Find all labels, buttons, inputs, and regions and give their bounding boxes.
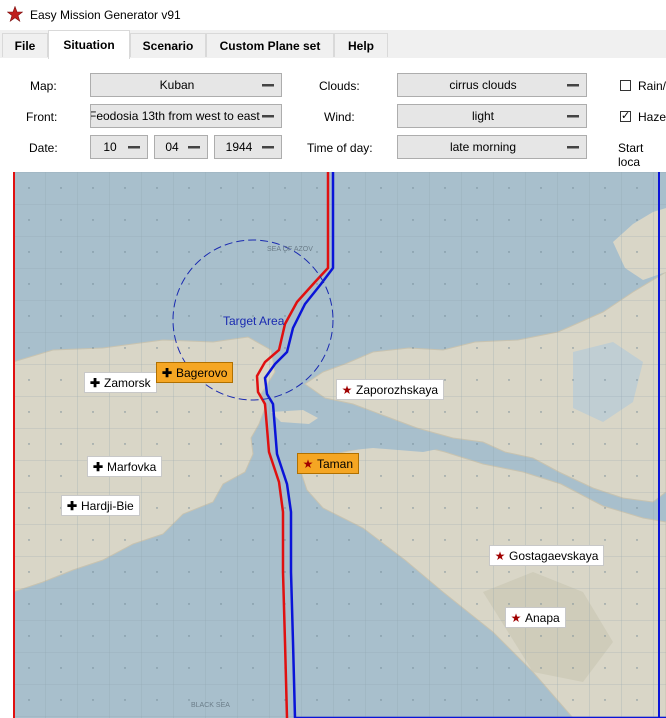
time-of-day-value: late morning <box>449 140 517 154</box>
marker-label: Zaporozhskaya <box>356 383 439 397</box>
map-select[interactable]: Kuban <box>90 73 282 97</box>
front-label: Front: <box>26 110 58 124</box>
tab-label: Situation <box>63 38 115 52</box>
tab-strip: File Situation Scenario Custom Plane set… <box>0 30 666 59</box>
time-of-day-label: Time of day: <box>307 141 373 155</box>
dropdown-arrow-icon <box>188 146 200 149</box>
rain-label: Rain/ <box>638 79 666 93</box>
marker-label: Zamorsk <box>104 376 151 390</box>
tab-custom-plane-set[interactable]: Custom Plane set <box>206 33 334 57</box>
sea-top-label: SEA OF AZOV <box>267 246 313 253</box>
marker-zaporozhskaya[interactable]: ★ Zaporozhskaya <box>336 379 445 400</box>
start-location-label: Start loca <box>618 141 644 169</box>
dropdown-arrow-icon <box>262 84 274 87</box>
window-title: Easy Mission Generator v91 <box>30 8 181 22</box>
tab-help[interactable]: Help <box>334 33 388 57</box>
star-icon: ★ <box>510 611 522 625</box>
tab-file[interactable]: File <box>2 33 48 57</box>
haze-label: Haze <box>638 110 666 124</box>
map-select-value: Kuban <box>159 78 195 92</box>
tab-scenario[interactable]: Scenario <box>130 33 206 57</box>
marker-gostagaevskaya[interactable]: ★ Gostagaevskaya <box>489 545 605 566</box>
sea-bottom-label: BLACK SEA <box>191 702 230 709</box>
rain-checkbox[interactable] <box>620 80 631 91</box>
date-month-select[interactable]: 04 <box>154 135 208 159</box>
map-label: Map: <box>30 79 57 93</box>
tab-label: Help <box>347 39 374 53</box>
cross-icon: ✚ <box>161 366 173 380</box>
time-of-day-select[interactable]: late morning <box>397 135 587 159</box>
marker-bagerovo[interactable]: ✚ Bagerovo <box>156 362 234 383</box>
wind-select-value: light <box>471 109 494 123</box>
cross-icon: ✚ <box>66 499 78 513</box>
star-icon: ★ <box>302 457 314 471</box>
star-icon: ★ <box>494 549 506 563</box>
marker-label: Marfovka <box>107 460 157 474</box>
target-area-label: Target Area <box>223 314 285 328</box>
red-star-icon <box>7 6 23 22</box>
dropdown-arrow-icon <box>128 146 140 149</box>
clouds-label: Clouds: <box>319 79 360 93</box>
marker-taman[interactable]: ★ Taman <box>297 453 360 474</box>
wind-select[interactable]: light <box>397 104 587 128</box>
marker-label: Gostagaevskaya <box>509 549 599 563</box>
date-label: Date: <box>29 141 58 155</box>
dropdown-arrow-icon <box>567 115 579 118</box>
front-select-value: Feodosia 13th from west to east <box>90 109 260 123</box>
marker-label: Anapa <box>525 611 560 625</box>
date-year-select[interactable]: 1944 <box>214 135 282 159</box>
dropdown-arrow-icon <box>262 146 274 149</box>
cross-icon: ✚ <box>89 376 101 390</box>
dropdown-arrow-icon <box>567 146 579 149</box>
tab-label: File <box>14 39 36 53</box>
mission-map[interactable]: Target Area SEA OF AZOV BLACK SEA ✚ Zamor… <box>13 172 666 718</box>
clouds-select-value: cirrus clouds <box>449 78 517 92</box>
map-canvas <box>13 172 666 718</box>
tab-label: Scenario <box>142 39 194 53</box>
clouds-select[interactable]: cirrus clouds <box>397 73 587 97</box>
cross-icon: ✚ <box>92 460 104 474</box>
title-bar: Easy Mission Generator v91 <box>0 0 666 30</box>
marker-label: Taman <box>317 457 354 471</box>
marker-hardji-bie[interactable]: ✚ Hardji-Bie <box>61 495 140 516</box>
front-select[interactable]: Feodosia 13th from west to east <box>90 104 282 128</box>
tab-label: Custom Plane set <box>219 39 321 53</box>
marker-marfovka[interactable]: ✚ Marfovka <box>87 456 163 477</box>
marker-label: Hardji-Bie <box>81 499 134 513</box>
dropdown-arrow-icon <box>261 109 275 123</box>
date-day-select[interactable]: 10 <box>90 135 148 159</box>
marker-anapa[interactable]: ★ Anapa <box>505 607 566 628</box>
haze-checkbox[interactable]: ✓ <box>620 111 631 122</box>
marker-zamorsk[interactable]: ✚ Zamorsk <box>84 372 157 393</box>
wind-label: Wind: <box>324 110 355 124</box>
tab-situation[interactable]: Situation <box>48 30 130 59</box>
dropdown-arrow-icon <box>567 84 579 87</box>
star-icon: ★ <box>341 383 353 397</box>
marker-label: Bagerovo <box>176 366 228 380</box>
